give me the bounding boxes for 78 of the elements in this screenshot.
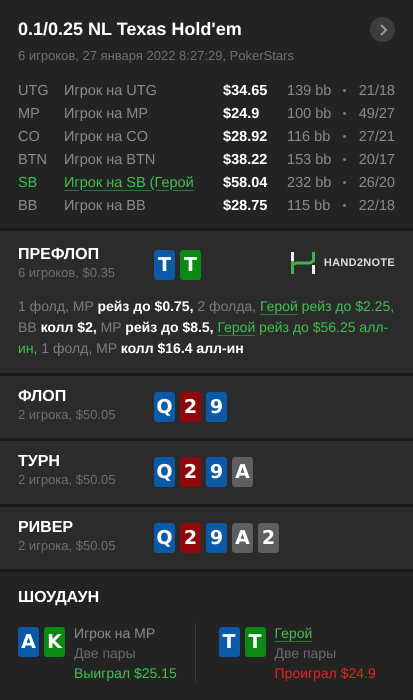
street-title: ТУРН bbox=[18, 453, 61, 472]
street-info: 2 игрока, $50.05 bbox=[18, 472, 116, 488]
street-title: ФЛОП bbox=[18, 388, 68, 406]
big-blinds: 115 bb bbox=[287, 198, 332, 214]
hand-subtitle: 6 игроков, 27 января 2022 8:27:29, PokerStars bbox=[18, 48, 295, 63]
separator-dot bbox=[343, 204, 346, 207]
player-name: Игрок на CO bbox=[64, 128, 150, 144]
stack-amount: $28.92 bbox=[223, 128, 268, 144]
playing-card: 9 bbox=[206, 522, 227, 553]
separator-dot bbox=[343, 135, 346, 138]
stack-amount: $28.75 bbox=[223, 198, 268, 214]
playing-card: T bbox=[154, 250, 175, 280]
playing-card: A bbox=[232, 522, 253, 553]
hand-combination: Две пары bbox=[274, 644, 338, 663]
position-label: CO bbox=[18, 128, 41, 144]
hero-link[interactable]: Герой bbox=[217, 319, 256, 335]
hand-combination: Две пары bbox=[74, 644, 137, 663]
separator-dot bbox=[343, 158, 346, 161]
separator-dot bbox=[343, 181, 346, 184]
playing-card: T bbox=[218, 626, 240, 657]
player-stats: 20/17 bbox=[358, 152, 395, 168]
player-name: Игрок на BTN bbox=[64, 152, 156, 168]
action-log: 1 фолд, MP рейз до $0.75, 2 фолда, Герой рейз до $2.25, BB колл $2, MP рейз до $8.5, Герой рейз до $56.25 алл-ин, 1 фолд, MP колл $16.4 алл-ин bbox=[18, 297, 395, 358]
playing-card: T bbox=[244, 626, 266, 657]
player-stats: 26/20 bbox=[358, 174, 395, 190]
showdown-title: ШОУДАУН bbox=[18, 588, 100, 607]
logo-icon bbox=[290, 252, 315, 274]
position-label: SB bbox=[18, 174, 38, 190]
street-title: ПРЕФЛОП bbox=[18, 246, 100, 264]
playing-card: 9 bbox=[206, 392, 227, 422]
position-label: MP bbox=[18, 106, 41, 122]
playing-card: Q bbox=[154, 457, 175, 488]
position-label: UTG bbox=[18, 82, 50, 98]
playing-card: A bbox=[232, 457, 253, 488]
hero-link[interactable]: Герой bbox=[260, 298, 298, 314]
playing-card: 2 bbox=[258, 522, 279, 553]
player-name: Игрок на UTG bbox=[64, 82, 158, 98]
playing-card: 2 bbox=[180, 392, 201, 422]
street-info: 2 игрока, $50.05 bbox=[18, 538, 116, 553]
next-button[interactable] bbox=[370, 17, 395, 42]
separator-dot bbox=[343, 89, 346, 92]
street-info: 6 игроков, $0.35 bbox=[18, 265, 116, 280]
stack-amount: $24.9 bbox=[223, 106, 260, 122]
playing-card: 2 bbox=[180, 522, 201, 553]
player-link[interactable]: Герой bbox=[274, 622, 312, 643]
playing-card: T bbox=[180, 250, 201, 280]
playing-card: Q bbox=[154, 392, 175, 422]
result-amount: Выиграл $25.15 bbox=[74, 664, 177, 683]
chevron-right-icon bbox=[378, 24, 388, 36]
player-stats: 21/18 bbox=[358, 82, 395, 98]
player-name: Игрок на BB bbox=[64, 198, 147, 214]
player-stats: 49/27 bbox=[358, 106, 395, 122]
playing-card: 9 bbox=[206, 457, 227, 488]
big-blinds: 232 bb bbox=[287, 174, 332, 190]
stack-amount: $58.04 bbox=[223, 174, 268, 190]
playing-card: K bbox=[44, 626, 65, 657]
big-blinds: 139 bb bbox=[287, 82, 332, 98]
position-label: BTN bbox=[18, 152, 48, 168]
playing-card: Q bbox=[154, 522, 175, 553]
big-blinds: 153 bb bbox=[287, 152, 332, 168]
player-stats: 27/21 bbox=[358, 128, 395, 144]
separator-dot bbox=[343, 112, 346, 115]
playing-card: 2 bbox=[180, 457, 201, 488]
street-title: РИВЕР bbox=[18, 518, 74, 537]
big-blinds: 116 bb bbox=[287, 128, 332, 144]
hand-title: 0.1/0.25 NL Texas Hold'em bbox=[18, 19, 242, 40]
stack-amount: $38.22 bbox=[223, 152, 268, 168]
logo-text: HAND2NOTE bbox=[324, 257, 395, 269]
player-name: Игрок на MP bbox=[64, 106, 150, 122]
player-name: Игрок на MP bbox=[74, 624, 156, 643]
playing-card: A bbox=[18, 626, 39, 657]
player-stats: 22/18 bbox=[358, 198, 395, 214]
big-blinds: 100 bb bbox=[287, 106, 332, 122]
stack-amount: $34.65 bbox=[223, 82, 268, 98]
street-info: 2 игрока, $50.05 bbox=[18, 407, 116, 422]
result-amount: Проиграл $24.9 bbox=[274, 664, 376, 683]
player-link[interactable]: Игрок на SB (Герой bbox=[64, 174, 223, 190]
position-label: BB bbox=[18, 198, 38, 214]
